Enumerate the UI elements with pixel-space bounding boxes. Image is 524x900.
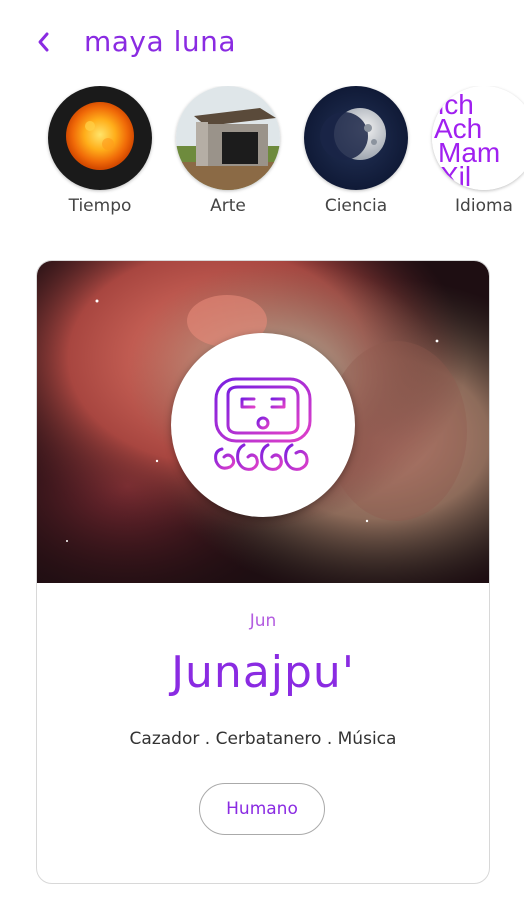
category-carousel[interactable]: Tiempo Arte Ciencia ich Ach Mam Xil Idio… [0, 86, 524, 226]
category-arte[interactable]: Arte [173, 86, 283, 216]
script-letters-image: ich Ach Mam Xil [432, 86, 524, 190]
page-title: maya luna [84, 25, 236, 58]
category-ciencia[interactable]: Ciencia [301, 86, 411, 216]
maya-day-glyph-icon [214, 377, 312, 471]
category-label: Arte [210, 196, 246, 216]
nahual-attributes: Cazador . Cerbatanero . Música [129, 729, 397, 749]
chevron-left-icon [38, 32, 49, 52]
sun-image [48, 86, 152, 190]
nahual-card: Jun Junajpu' Cazador . Cerbatanero . Mús… [36, 260, 490, 884]
nahual-name: Junajpu' [171, 647, 355, 698]
stone-house-image [176, 86, 280, 190]
nahual-glyph [171, 333, 355, 517]
category-label: Tiempo [68, 196, 132, 216]
nahual-short-name: Jun [249, 611, 277, 631]
moon-image [304, 86, 408, 190]
category-tiempo[interactable]: Tiempo [45, 86, 155, 216]
category-idioma[interactable]: ich Ach Mam Xil Idioma [429, 86, 524, 216]
back-button[interactable] [28, 24, 60, 60]
app-header: maya luna [0, 0, 524, 84]
category-label: Idioma [455, 196, 513, 216]
category-label: Ciencia [324, 196, 388, 216]
nebula-background-image [37, 261, 489, 583]
humano-button[interactable]: Humano [199, 783, 325, 835]
svg-text:Xil: Xil [440, 161, 471, 190]
